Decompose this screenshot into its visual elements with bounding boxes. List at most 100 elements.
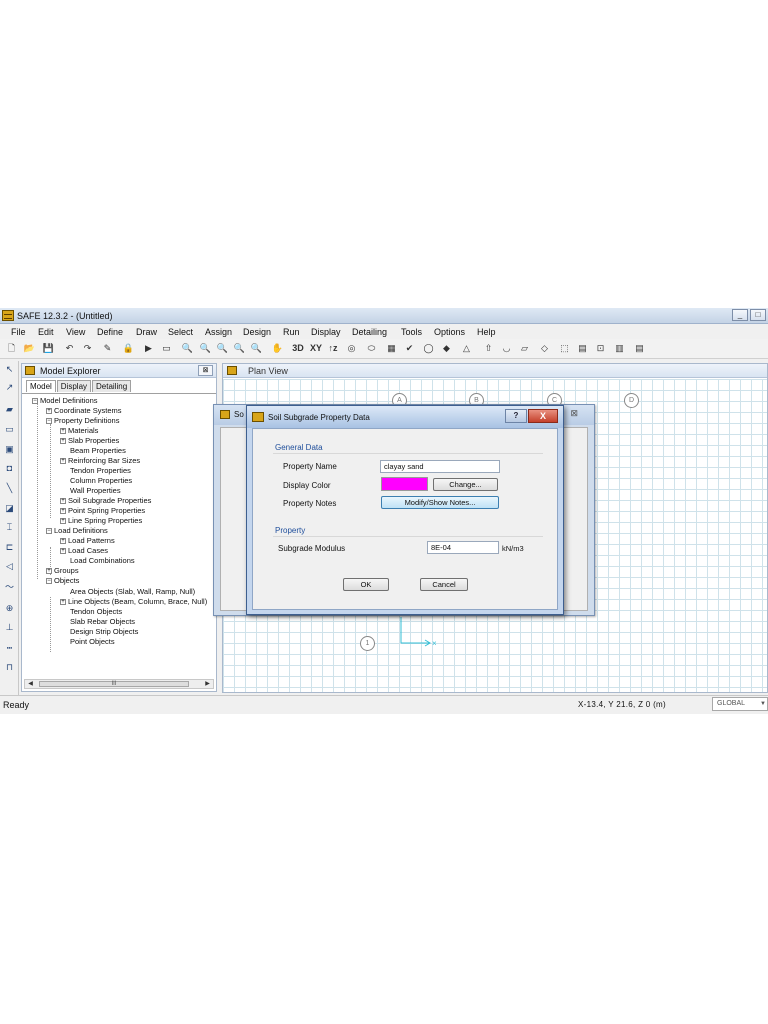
zoom-extents-icon[interactable]: 🔍 [250, 342, 263, 355]
undo-icon[interactable]: ↶ [63, 342, 76, 355]
strip-icon[interactable]: ◇ [538, 342, 551, 355]
tree-item-soil-subgrade-properties[interactable]: + Soil Subgrade Properties [60, 496, 151, 505]
minimize-button[interactable]: _ [732, 309, 748, 321]
tree-item-design-strip-objects[interactable]: Design Strip Objects [70, 627, 138, 636]
tree-item-load-definitions[interactable]: − Load Definitions [46, 526, 108, 535]
cancel-button[interactable]: Cancel [420, 578, 468, 591]
draw-reference-icon[interactable]: ┅ [3, 642, 16, 655]
tree-item-objects[interactable]: − Objects [46, 576, 79, 585]
triangle-icon[interactable]: △ [460, 342, 473, 355]
menu-assign[interactable]: Assign [205, 327, 232, 337]
draw-curve-icon[interactable]: 〜 [3, 581, 16, 594]
tree-item-slab-properties[interactable]: + Slab Properties [60, 436, 119, 445]
tab-display[interactable]: Display [56, 380, 92, 392]
run-icon[interactable]: ▶ [142, 342, 155, 355]
report-icon[interactable]: ▤ [633, 342, 646, 355]
menu-run[interactable]: Run [283, 327, 300, 337]
tree-item-property-definitions[interactable]: − Property Definitions [46, 416, 119, 425]
draw-dimension-icon[interactable]: ⊥ [3, 621, 16, 634]
menu-display[interactable]: Display [311, 327, 341, 337]
xy-view-button[interactable]: XY [308, 342, 324, 355]
tab-detailing[interactable]: Detailing [92, 380, 132, 392]
tab-model[interactable]: Model [26, 380, 56, 392]
deformed-shape-icon[interactable]: ◡ [500, 342, 513, 355]
slab-icon[interactable]: ▱ [518, 342, 531, 355]
tree-item-tendon-objects[interactable]: Tendon Objects [70, 607, 122, 616]
new-file-icon[interactable]: 🗋 [5, 342, 18, 355]
pencil-icon[interactable]: ✎ [101, 342, 114, 355]
display-color-swatch[interactable] [381, 477, 428, 491]
tree-item-coordinate-systems[interactable]: + Coordinate Systems [46, 406, 122, 415]
draw-beam-icon[interactable]: ◪ [3, 502, 16, 515]
pan-hand-icon[interactable]: ✋ [271, 342, 284, 355]
display-icon[interactable]: ▭ [160, 342, 173, 355]
menu-edit[interactable]: Edit [38, 327, 54, 337]
tree-item-load-combinations[interactable]: Load Combinations [70, 556, 135, 565]
dialog-close-button[interactable]: X [528, 409, 558, 423]
tree-item-load-patterns[interactable]: + Load Patterns [60, 536, 115, 545]
menu-select[interactable]: Select [168, 327, 193, 337]
maximize-button[interactable]: □ [750, 309, 766, 321]
tree-item-load-cases[interactable]: + Load Cases [60, 546, 108, 555]
property-name-input[interactable] [380, 460, 500, 473]
redo-icon[interactable]: ↷ [81, 342, 94, 355]
scrollbar-thumb[interactable]: III [39, 681, 189, 687]
rebar-icon[interactable]: ▤ [576, 342, 589, 355]
scroll-right-icon[interactable]: ▶ [203, 680, 212, 688]
zoom-in-icon[interactable]: 🔍 [216, 342, 229, 355]
tree-item-line-spring-properties[interactable]: + Line Spring Properties [60, 516, 142, 525]
tree-item-wall-properties[interactable]: Wall Properties [70, 486, 121, 495]
3d-view-button[interactable]: 3D [290, 342, 306, 355]
menu-file[interactable]: File [11, 327, 26, 337]
object-shrink-icon[interactable]: ▦ [385, 342, 398, 355]
tree-item-groups[interactable]: + Groups [46, 566, 79, 575]
scroll-left-icon[interactable]: ◀ [26, 680, 35, 688]
circle-icon[interactable]: ◯ [422, 342, 435, 355]
tree-item-point-spring-properties[interactable]: + Point Spring Properties [60, 506, 145, 515]
tree-item-line-objects[interactable]: + Line Objects (Beam, Column, Brace, Null… [60, 597, 207, 606]
check-icon[interactable]: ✔ [403, 342, 416, 355]
draw-strip-icon[interactable]: ◁ [3, 560, 16, 573]
menu-design[interactable]: Design [243, 327, 271, 337]
tree-item-slab-rebar-objects[interactable]: Slab Rebar Objects [70, 617, 135, 626]
draw-area-icon[interactable]: ▣ [3, 443, 16, 456]
zoom-restore-icon[interactable]: 🔍 [199, 342, 212, 355]
ok-button[interactable]: OK [343, 578, 389, 591]
draw-column-icon[interactable]: ◘ [3, 462, 16, 475]
menu-help[interactable]: Help [477, 327, 496, 337]
draw-section-cut-icon[interactable]: ⊓ [3, 661, 16, 674]
pointer-icon[interactable]: ↖ [3, 363, 16, 376]
tree-item-model-definitions[interactable]: − Model Definitions [32, 396, 98, 405]
save-icon[interactable]: 💾 [42, 342, 55, 355]
draw-rectangle-icon[interactable]: ▭ [3, 423, 16, 436]
lock-icon[interactable]: 🔒 [122, 342, 135, 355]
background-dialog-close-button[interactable]: ⊠ [570, 408, 578, 419]
tree-item-reinforcing-bar-sizes[interactable]: + Reinforcing Bar Sizes [60, 456, 140, 465]
coordinate-system-select[interactable]: GLOBAL ▼ [712, 697, 768, 711]
modify-show-notes-button[interactable]: Modify/Show Notes... [381, 496, 499, 509]
up-down-view-button[interactable]: ↑z [326, 342, 340, 355]
reshape-icon[interactable]: ↗ [3, 381, 16, 394]
draw-wall-icon[interactable]: ⌶ [3, 521, 16, 534]
help-button[interactable]: ? [505, 409, 527, 423]
explorer-close-button[interactable]: ⊠ [198, 365, 213, 376]
explorer-horizontal-scrollbar[interactable]: ◀ III ▶ [24, 679, 214, 689]
menu-options[interactable]: Options [434, 327, 465, 337]
tree-item-area-objects[interactable]: Area Objects (Slab, Wall, Ramp, Null) [70, 587, 195, 596]
draw-slab-icon[interactable]: ▰ [3, 403, 16, 416]
pin-icon[interactable]: ◆ [440, 342, 453, 355]
menu-tools[interactable]: Tools [401, 327, 422, 337]
hand-up-icon[interactable]: ⇧ [482, 342, 495, 355]
open-folder-icon[interactable]: 📂 [23, 342, 36, 355]
change-color-button[interactable]: Change... [433, 478, 498, 491]
draw-line-icon[interactable]: ╲ [3, 482, 16, 495]
rotate-view-icon[interactable]: ◎ [345, 342, 358, 355]
detail-icon[interactable]: ⊡ [594, 342, 607, 355]
zoom-out-icon[interactable]: 🔍 [233, 342, 246, 355]
tree-item-tendon-properties[interactable]: Tendon Properties [70, 466, 131, 475]
draw-point-icon[interactable]: ⊕ [3, 602, 16, 615]
perspective-icon[interactable]: ⬭ [365, 342, 378, 355]
tree-item-point-objects[interactable]: Point Objects [70, 637, 115, 646]
subgrade-modulus-input[interactable] [427, 541, 499, 554]
menu-define[interactable]: Define [97, 327, 123, 337]
